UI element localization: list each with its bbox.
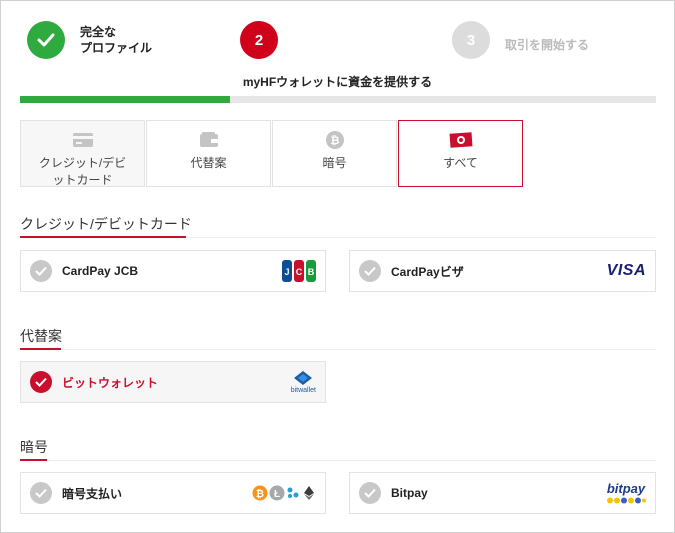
step-2-circle: 2 xyxy=(240,21,278,59)
section-title-crypto: 暗号 xyxy=(20,439,48,455)
cash-icon xyxy=(449,132,472,148)
bitcoin-icon: ₿ xyxy=(325,131,344,149)
payment-option-bitpay[interactable]: Bitpay bitpay xyxy=(349,472,656,514)
step-3-label: 取引を開始する xyxy=(505,38,590,52)
tab-crypto-label: 暗号 xyxy=(322,156,347,170)
section-underline xyxy=(20,236,186,238)
svg-text:Ł: Ł xyxy=(274,489,280,500)
visa-logo: VISA xyxy=(607,262,646,280)
tab-all[interactable]: すべて xyxy=(398,120,523,187)
check-circle-icon xyxy=(30,260,52,282)
payment-option-label: Bitpay xyxy=(391,486,428,500)
payment-option-cardpay-jcb[interactable]: CardPay JCB J C B xyxy=(20,250,326,292)
section-divider xyxy=(20,349,656,350)
check-circle-icon xyxy=(30,482,52,504)
section-divider xyxy=(20,460,656,461)
payment-option-label: CardPayビザ xyxy=(391,264,464,279)
crypto-coins-logo: ₿ Ł xyxy=(252,485,316,501)
payment-option-cardpay-visa[interactable]: CardPayビザ VISA xyxy=(349,250,656,292)
wallet-icon xyxy=(199,132,218,147)
bitwallet-logo-text: bitwallet xyxy=(290,386,316,394)
payment-option-label: ビットウォレット xyxy=(62,375,159,390)
tab-crypto[interactable]: ₿ 暗号 xyxy=(272,120,397,187)
tab-alternative[interactable]: 代替案 xyxy=(146,120,271,187)
check-circle-icon xyxy=(359,482,381,504)
tab-credit-debit-card-label: クレジット/デビットカード xyxy=(38,156,127,187)
progress-bar-fill xyxy=(20,96,230,103)
current-step-caption: myHFウォレットに資金を提供する xyxy=(242,75,433,89)
tab-credit-debit-card[interactable]: クレジット/デビットカード xyxy=(20,120,145,187)
payment-option-crypto-payment[interactable]: 暗号支払い ₿ Ł xyxy=(20,472,326,514)
svg-text:₿: ₿ xyxy=(256,488,264,500)
svg-text:B: B xyxy=(308,267,315,277)
payment-option-label: 暗号支払い xyxy=(62,486,123,501)
tab-alternative-label: 代替案 xyxy=(190,156,227,170)
payment-option-label: CardPay JCB xyxy=(62,264,139,278)
visa-logo-text: VISA xyxy=(606,262,646,279)
bitpay-logo-text: bitpay xyxy=(606,481,646,496)
svg-text:C: C xyxy=(296,267,303,277)
step-1-label: 完全な プロファイル xyxy=(80,25,153,55)
jcb-logo: J C B xyxy=(282,260,316,282)
tab-all-label: すべて xyxy=(443,156,478,170)
section-title-cards: クレジット/デビットカード xyxy=(20,216,192,232)
svg-text:J: J xyxy=(284,267,289,277)
svg-text:₿: ₿ xyxy=(330,134,339,147)
section-title-alternative: 代替案 xyxy=(20,328,62,344)
check-circle-icon xyxy=(30,371,52,393)
section-underline xyxy=(20,348,61,350)
step-3-circle: 3 xyxy=(452,21,490,59)
progress-bar xyxy=(20,96,656,103)
bitwallet-logo: bitwallet xyxy=(290,370,316,394)
checkmark-icon xyxy=(37,33,55,47)
bitpay-logo: bitpay xyxy=(606,482,646,504)
check-circle-icon xyxy=(359,260,381,282)
payment-option-bitwallet[interactable]: ビットウォレット bitwallet xyxy=(20,361,326,403)
credit-card-icon xyxy=(72,133,93,147)
section-underline xyxy=(20,459,47,461)
step-1-complete-circle xyxy=(27,21,65,59)
